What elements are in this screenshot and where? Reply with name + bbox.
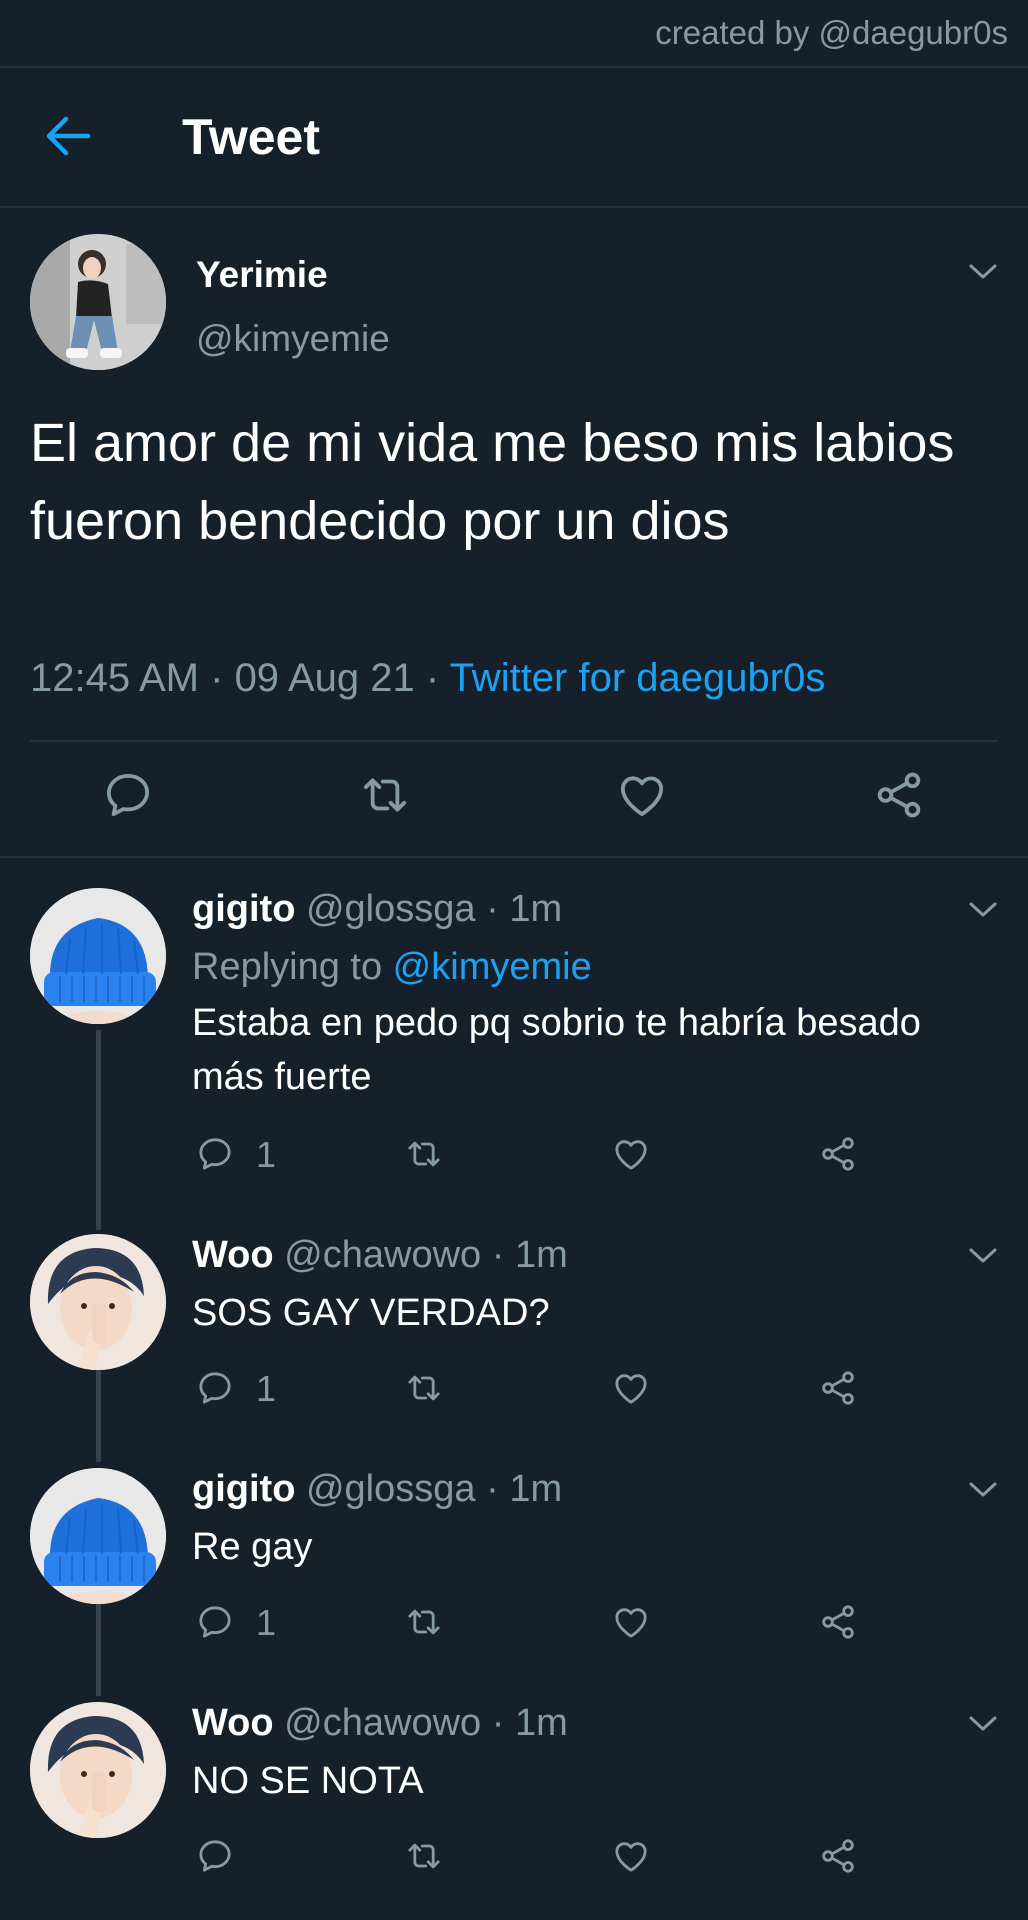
like-icon[interactable] (611, 1602, 651, 1642)
reply-count: 1 (256, 1602, 277, 1643)
author-handle[interactable]: @kimyemie (196, 318, 390, 360)
like-icon[interactable] (615, 768, 669, 822)
tweet-client-link[interactable]: Twitter for daegubr0s (450, 656, 826, 700)
chevron-down-icon[interactable] (968, 1715, 998, 1733)
reply-icon[interactable] (195, 1602, 235, 1642)
avatar[interactable] (30, 1234, 166, 1370)
author-handle[interactable]: @glossga (306, 888, 476, 930)
like-icon[interactable] (611, 1134, 651, 1174)
watermark: created by @daegubr0s (655, 14, 1008, 51)
tweet-date: 09 Aug 21 (234, 656, 415, 700)
share-icon[interactable] (818, 1602, 858, 1642)
reply-tweet[interactable]: gigito @glossga · 1m Re gay 1 (0, 1438, 1028, 1672)
divider (30, 740, 998, 742)
avatar[interactable] (30, 888, 166, 1024)
reply-text: Estaba en pedo pq sobrio te habría besad… (192, 1002, 921, 1098)
meta-separator: · (475, 888, 510, 930)
reply-tweet[interactable]: Woo @chawowo · 1m SOS GAY VERDAD? 1 (0, 1204, 1028, 1438)
arrow-left-icon[interactable] (44, 114, 92, 158)
like-icon[interactable] (611, 1836, 651, 1876)
reply-time: 1m (514, 1702, 568, 1744)
retweet-icon[interactable] (404, 1368, 444, 1408)
author-name[interactable]: Woo (192, 1702, 274, 1744)
retweet-icon[interactable] (404, 1836, 444, 1876)
reply-count: 1 (256, 1134, 277, 1175)
reply-actions: 1 (0, 1368, 1028, 1418)
reply-actions (0, 1836, 1028, 1886)
meta-separator: · (481, 1702, 515, 1744)
reply-actions: 1 (0, 1602, 1028, 1652)
reply-text: SOS GAY VERDAD? (192, 1292, 550, 1334)
share-icon[interactable] (818, 1368, 858, 1408)
author-handle[interactable]: @chawowo (284, 1702, 481, 1744)
page-title: Tweet (182, 109, 320, 165)
reply-time: 1m (509, 1468, 563, 1510)
avatar[interactable] (30, 1468, 166, 1604)
chevron-down-icon[interactable] (968, 901, 998, 919)
author-name[interactable]: gigito (192, 888, 295, 930)
reply-time: 1m (514, 1234, 568, 1276)
replying-prefix: Replying to (192, 946, 393, 988)
retweet-icon[interactable] (358, 768, 412, 822)
avatar[interactable] (30, 234, 166, 370)
chevron-down-icon[interactable] (968, 263, 998, 281)
meta-separator: · (475, 1468, 510, 1510)
reply-icon[interactable] (195, 1836, 235, 1876)
main-tweet: Yerimie @kimyemie El amor de mi vida me … (0, 208, 1028, 858)
reply-tweet[interactable]: gigito @glossga · 1m Replying to @kimyem… (0, 858, 1028, 1228)
reply-time: 1m (509, 888, 563, 930)
reply-header: Woo @chawowo · 1m (192, 1234, 568, 1277)
avatar[interactable] (30, 1702, 166, 1838)
tweet-actions (0, 768, 1028, 848)
chevron-down-icon[interactable] (968, 1247, 998, 1265)
reply-count: 1 (256, 1368, 277, 1409)
top-bar: Tweet (0, 68, 1028, 206)
reply-tweet[interactable]: Woo @chawowo · 1m NO SE NOTA (0, 1672, 1028, 1906)
reply-actions: 1 (0, 1134, 1028, 1184)
author-name[interactable]: gigito (192, 1468, 295, 1510)
retweet-icon[interactable] (404, 1602, 444, 1642)
share-icon[interactable] (818, 1836, 858, 1876)
like-icon[interactable] (611, 1368, 651, 1408)
reply-header: Woo @chawowo · 1m (192, 1702, 568, 1745)
reply-header: gigito @glossga · 1m (192, 888, 562, 931)
mention-link[interactable]: @kimyemie (393, 946, 592, 988)
reply-icon[interactable] (101, 768, 155, 822)
author-name[interactable]: Woo (192, 1234, 274, 1276)
author-handle[interactable]: @glossga (306, 1468, 476, 1510)
reply-icon[interactable] (195, 1134, 235, 1174)
reply-text: NO SE NOTA (192, 1760, 424, 1802)
author-name[interactable]: Yerimie (196, 254, 328, 296)
meta-separator: · (199, 656, 235, 700)
tweet-time: 12:45 AM (30, 656, 200, 700)
replying-to: Replying to @kimyemie (192, 946, 592, 989)
share-icon[interactable] (818, 1134, 858, 1174)
reply-icon[interactable] (195, 1368, 235, 1408)
retweet-icon[interactable] (404, 1134, 444, 1174)
tweet-meta: 12:45 AM · 09 Aug 21 · Twitter for daegu… (30, 656, 825, 701)
tweet-text: El amor de mi vida me beso mis labios fu… (30, 413, 955, 551)
chevron-down-icon[interactable] (968, 1481, 998, 1499)
share-icon[interactable] (872, 768, 926, 822)
author-handle[interactable]: @chawowo (284, 1234, 481, 1276)
reply-text: Re gay (192, 1526, 313, 1568)
meta-separator: · (414, 656, 450, 700)
meta-separator: · (481, 1234, 515, 1276)
reply-header: gigito @glossga · 1m (192, 1468, 562, 1511)
